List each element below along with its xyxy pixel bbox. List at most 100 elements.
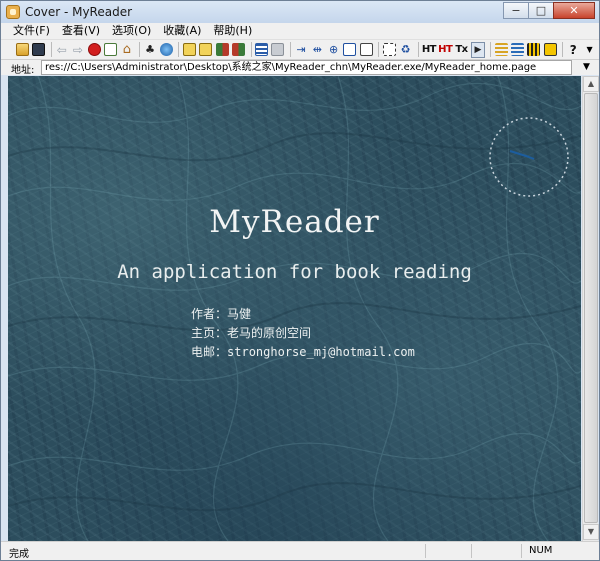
maximize-icon: □ bbox=[535, 4, 547, 17]
address-input[interactable]: res://C:\Users\Administrator\Desktop\系统之… bbox=[41, 60, 572, 75]
book-subtitle: An application for book reading bbox=[117, 261, 472, 283]
toolbar-separator bbox=[138, 42, 140, 57]
address-label: 地址: bbox=[11, 65, 35, 76]
book-prev-button[interactable] bbox=[182, 42, 196, 58]
export-icon bbox=[343, 43, 357, 56]
refresh-button[interactable] bbox=[103, 42, 118, 58]
maximize-button[interactable]: □ bbox=[528, 2, 554, 19]
minimize-icon: − bbox=[511, 4, 521, 17]
book-open-button[interactable] bbox=[215, 42, 229, 58]
book-next-icon bbox=[199, 43, 213, 56]
menu-file[interactable]: 文件(F) bbox=[7, 23, 56, 40]
find-button[interactable]: ♣ bbox=[143, 42, 157, 58]
book-prev-icon bbox=[182, 43, 196, 56]
address-dropdown-icon[interactable]: ▼ bbox=[580, 60, 593, 75]
page-icon bbox=[271, 43, 285, 56]
export-button[interactable] bbox=[343, 42, 357, 58]
toolbar-separator bbox=[490, 42, 492, 57]
recycle-icon: ♻ bbox=[400, 42, 411, 56]
tx-icon: Tx bbox=[455, 43, 468, 55]
help-button[interactable]: ? bbox=[566, 42, 580, 58]
status-bar: 完成 NUM bbox=[1, 541, 599, 560]
refresh-icon bbox=[104, 43, 118, 56]
zoom-icon: ⊕ bbox=[329, 42, 339, 56]
back-button[interactable]: ⇦ bbox=[54, 42, 68, 58]
clock-widget bbox=[489, 117, 569, 197]
grid-button[interactable] bbox=[527, 42, 541, 58]
chart-icon bbox=[543, 43, 557, 56]
toolbar-separator bbox=[378, 42, 380, 57]
book-close-button[interactable] bbox=[231, 42, 245, 58]
split-button[interactable]: ⇹ bbox=[310, 42, 324, 58]
menu-favorites[interactable]: 收藏(A) bbox=[157, 23, 207, 40]
ht-icon: HT bbox=[421, 43, 437, 55]
tree-button[interactable] bbox=[494, 42, 508, 58]
text-fit-icon: ⇥ bbox=[296, 42, 306, 56]
crop-button[interactable] bbox=[382, 42, 396, 58]
book-title: MyReader bbox=[209, 204, 380, 240]
scroll-down-icon: ▼ bbox=[587, 527, 595, 536]
toolbar-dropdown-button[interactable]: ▼ bbox=[582, 42, 596, 58]
toolbar: ⇦ ⇨ ⌂ ♣ ⇥ ⇹ ⊕ ♻ HT HT Tx ▶ ? ▼ bbox=[1, 40, 599, 59]
ht-red-button[interactable]: HT bbox=[438, 42, 453, 58]
window-title: Cover - MyReader bbox=[25, 5, 133, 19]
app-window: Cover - MyReader − □ ✕ 文件(F) 查看(V) 选项(O)… bbox=[0, 0, 600, 561]
author-info: 作者：马健 主页：老马的原创空间 电邮：stronghorse_mj@hotma… bbox=[191, 305, 415, 362]
toolbar-separator bbox=[290, 42, 291, 57]
title-bar[interactable]: Cover - MyReader − □ ✕ bbox=[1, 1, 599, 23]
address-bar: 地址: res://C:\Users\Administrator\Desktop… bbox=[1, 59, 599, 76]
search-web-button[interactable] bbox=[159, 42, 173, 58]
status-divider bbox=[471, 544, 472, 558]
tree-alt-button[interactable] bbox=[510, 42, 524, 58]
grid-icon bbox=[527, 43, 541, 56]
back-icon: ⇦ bbox=[56, 42, 67, 57]
list-button[interactable] bbox=[254, 42, 269, 58]
status-num-lock: NUM bbox=[529, 545, 553, 556]
app-icon[interactable] bbox=[6, 5, 20, 19]
vertical-scrollbar[interactable]: ▲ ▼ bbox=[582, 76, 599, 541]
status-divider bbox=[521, 544, 522, 558]
close-icon: ✕ bbox=[569, 4, 579, 17]
scroll-up-button[interactable]: ▲ bbox=[583, 76, 599, 92]
page-button[interactable] bbox=[271, 42, 285, 58]
find-icon: ♣ bbox=[145, 42, 155, 56]
menu-view[interactable]: 查看(V) bbox=[56, 23, 106, 40]
scroll-down-button[interactable]: ▼ bbox=[583, 524, 599, 540]
home-icon: ⌂ bbox=[122, 41, 131, 57]
forward-button[interactable]: ⇨ bbox=[71, 42, 85, 58]
minimize-button[interactable]: − bbox=[503, 2, 529, 19]
player-button[interactable]: ▶ bbox=[470, 41, 486, 58]
info-homepage-label: 主页： bbox=[191, 326, 228, 340]
info-author-label: 作者： bbox=[191, 307, 228, 321]
toolbar-separator bbox=[50, 42, 52, 57]
copy-button[interactable] bbox=[359, 42, 373, 58]
info-email-link[interactable]: stronghorse_mj@hotmail.com bbox=[227, 345, 415, 359]
save-button[interactable] bbox=[31, 42, 45, 58]
menu-help[interactable]: 帮助(H) bbox=[207, 23, 258, 40]
open-button[interactable] bbox=[15, 42, 29, 58]
ht-button[interactable]: HT bbox=[421, 42, 437, 58]
menu-bar: 文件(F) 查看(V) 选项(O) 收藏(A) 帮助(H) bbox=[1, 23, 599, 40]
tree-alt-icon bbox=[511, 43, 524, 56]
close-button[interactable]: ✕ bbox=[553, 2, 595, 19]
recycle-button[interactable]: ♻ bbox=[399, 42, 413, 58]
player-icon: ▶ bbox=[474, 44, 482, 55]
tx-button[interactable]: Tx bbox=[454, 42, 468, 58]
stop-button[interactable] bbox=[87, 42, 101, 58]
status-text: 完成 bbox=[9, 549, 29, 560]
window-controls: − □ ✕ bbox=[503, 2, 595, 19]
chart-button[interactable] bbox=[543, 42, 557, 58]
book-close-icon bbox=[231, 43, 245, 56]
book-open-icon bbox=[215, 43, 229, 56]
text-fit-button[interactable]: ⇥ bbox=[294, 42, 308, 58]
home-button[interactable]: ⌂ bbox=[120, 42, 134, 58]
list-icon bbox=[255, 43, 269, 56]
tree-icon bbox=[494, 43, 508, 56]
book-next-button[interactable] bbox=[199, 42, 213, 58]
info-homepage-link[interactable]: 老马的原创空间 bbox=[227, 326, 311, 340]
zoom-button[interactable]: ⊕ bbox=[327, 42, 341, 58]
split-icon: ⇹ bbox=[312, 42, 322, 56]
scroll-thumb[interactable] bbox=[584, 93, 598, 523]
search-web-icon bbox=[159, 43, 173, 56]
menu-options[interactable]: 选项(O) bbox=[106, 23, 157, 40]
